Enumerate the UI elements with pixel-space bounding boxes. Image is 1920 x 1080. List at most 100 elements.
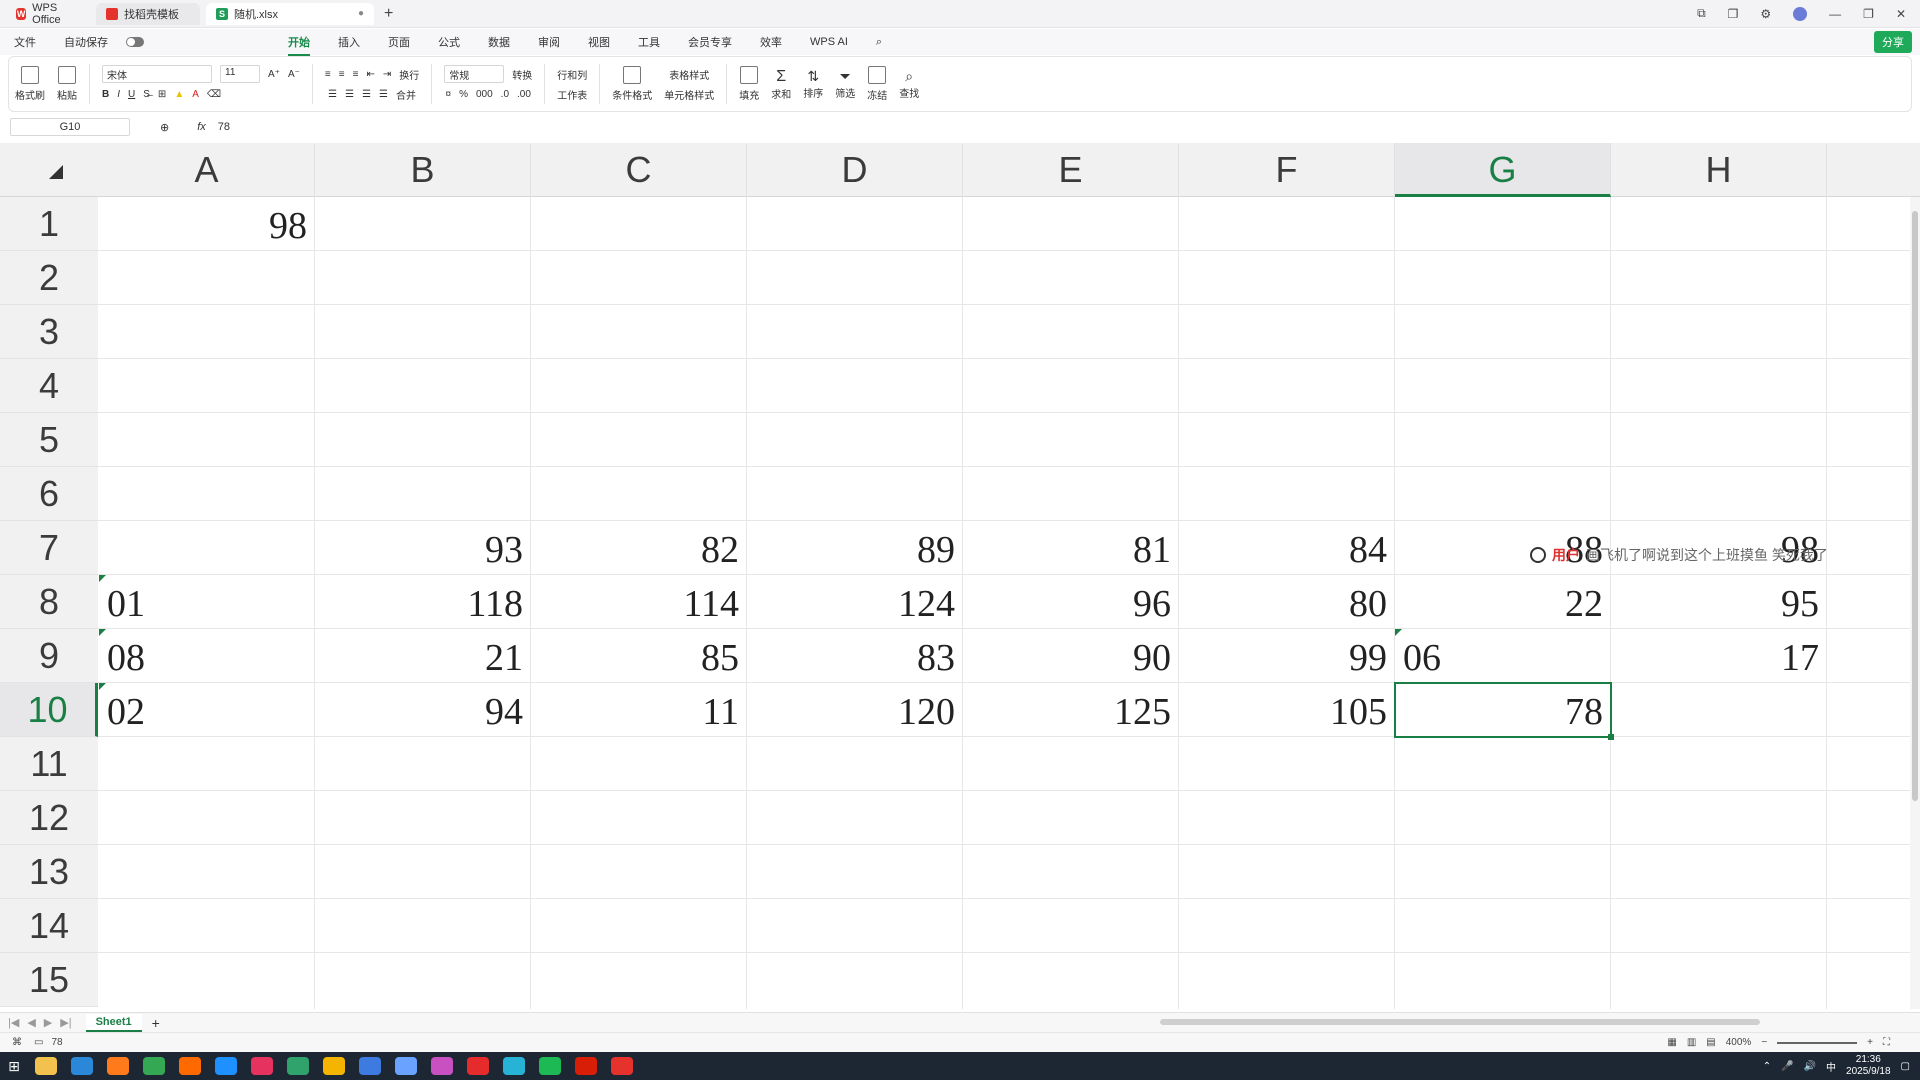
settings-icon[interactable]: ⚙ xyxy=(1760,7,1771,21)
cell-f9[interactable]: 99 xyxy=(1179,629,1395,683)
align-left-icon[interactable]: ☰ xyxy=(328,89,337,100)
row-header-4[interactable]: 4 xyxy=(0,359,98,413)
cell-e9[interactable]: 90 xyxy=(963,629,1179,683)
align-top-icon[interactable]: ≡ xyxy=(325,69,331,80)
cell-c10[interactable]: 11 xyxy=(531,683,747,737)
mic-icon[interactable]: 🎤 xyxy=(1781,1061,1793,1072)
menu-view[interactable]: 视图 xyxy=(588,34,610,50)
menu-member[interactable]: 会员专享 xyxy=(688,34,732,50)
menu-review[interactable]: 审阅 xyxy=(538,34,560,50)
zoom-slider[interactable] xyxy=(1777,1041,1858,1044)
first-sheet-icon[interactable]: |◀ xyxy=(8,1016,19,1029)
row-header-10[interactable]: 10 xyxy=(0,683,98,737)
app-icon-blue[interactable] xyxy=(215,1057,237,1075)
font-shrink-icon[interactable]: A⁻ xyxy=(288,69,300,80)
cell-c8[interactable]: 114 xyxy=(531,575,747,629)
cell-d10[interactable]: 120 xyxy=(747,683,963,737)
increase-decimal-icon[interactable]: .0 xyxy=(501,89,509,100)
column-header-e[interactable]: E xyxy=(963,143,1179,197)
share-button[interactable]: 分享 xyxy=(1874,31,1912,53)
fullscreen-icon[interactable]: ⛶ xyxy=(1883,1037,1890,1048)
avatar[interactable] xyxy=(1793,6,1808,21)
sheet-tab-sheet1[interactable]: Sheet1 xyxy=(85,1013,142,1032)
menu-formula[interactable]: 公式 xyxy=(438,34,460,50)
edge-icon[interactable] xyxy=(71,1057,93,1075)
cond-format-button[interactable]: 条件格式 xyxy=(606,60,658,108)
cell-h9[interactable]: 17 xyxy=(1611,629,1827,683)
convert-button[interactable]: 转换 xyxy=(512,67,532,82)
menu-data[interactable]: 数据 xyxy=(488,34,510,50)
screenshot-icon[interactable]: ⧉ xyxy=(1697,6,1706,21)
clear-icon[interactable]: ⌫ xyxy=(207,89,221,100)
close-tab-icon[interactable]: ● xyxy=(358,8,364,19)
cell-a10[interactable]: 02 xyxy=(99,683,315,737)
rows-cols-button[interactable]: 行和列 xyxy=(557,67,587,82)
app-icon-green[interactable] xyxy=(287,1057,309,1075)
cell-e8[interactable]: 96 xyxy=(963,575,1179,629)
app-icon-yellow[interactable] xyxy=(323,1057,345,1075)
zoom-in-icon[interactable]: + xyxy=(1867,1037,1873,1048)
cell-d9[interactable]: 83 xyxy=(747,629,963,683)
normal-view-icon[interactable]: ▦ xyxy=(1667,1037,1676,1048)
cell-g9[interactable]: 06 xyxy=(1395,629,1611,683)
app-icon-purple[interactable] xyxy=(431,1057,453,1075)
zoom-out-icon[interactable]: − xyxy=(1761,1037,1767,1048)
column-header-a[interactable]: A xyxy=(99,143,315,197)
tab-spreadsheet[interactable]: S 随机.xlsx ● xyxy=(206,2,374,25)
app-icon-mint[interactable] xyxy=(539,1057,561,1075)
close-icon[interactable]: ✕ xyxy=(1896,7,1906,21)
window-icon[interactable]: ❐ xyxy=(1728,7,1739,21)
autosave-toggle[interactable] xyxy=(126,37,144,47)
select-all-corner[interactable] xyxy=(0,143,99,197)
align-bottom-icon[interactable]: ≡ xyxy=(353,69,359,80)
menu-tools[interactable]: 工具 xyxy=(638,34,660,50)
cell-a9[interactable]: 08 xyxy=(99,629,315,683)
cell-f8[interactable]: 80 xyxy=(1179,575,1395,629)
cell-f10[interactable]: 105 xyxy=(1179,683,1395,737)
tray-up-icon[interactable]: ⌃ xyxy=(1763,1061,1771,1072)
row-header-2[interactable]: 2 xyxy=(0,251,98,305)
name-box[interactable]: G10 xyxy=(10,118,130,136)
app-icon-azure[interactable] xyxy=(359,1057,381,1075)
cell-g8[interactable]: 22 xyxy=(1395,575,1611,629)
font-name-select[interactable]: 宋体 xyxy=(102,65,212,83)
row-header-11[interactable]: 11 xyxy=(0,737,98,791)
row-header-5[interactable]: 5 xyxy=(0,413,98,467)
percent-icon[interactable]: % xyxy=(459,89,468,100)
column-header-d[interactable]: D xyxy=(747,143,963,197)
firefox-icon[interactable] xyxy=(107,1057,129,1075)
row-header-3[interactable]: 3 xyxy=(0,305,98,359)
justify-icon[interactable]: ☰ xyxy=(379,89,388,100)
notification-icon[interactable]: ▢ xyxy=(1901,1061,1910,1072)
menu-file[interactable]: 文件 xyxy=(14,34,36,50)
fx-icon[interactable]: fx xyxy=(197,121,206,133)
font-size-select[interactable]: 11 xyxy=(220,65,260,83)
windows-start-icon[interactable]: ⊞ xyxy=(0,1052,28,1080)
row-header-1[interactable]: 1 xyxy=(0,197,98,251)
ime-indicator[interactable]: 中 xyxy=(1826,1059,1836,1074)
table-style-button[interactable]: 表格样式 xyxy=(669,67,709,82)
italic-icon[interactable]: I xyxy=(117,89,120,100)
app-icon-teal[interactable] xyxy=(503,1057,525,1075)
indent-icon[interactable]: ⇤ xyxy=(366,69,374,80)
menu-page[interactable]: 页面 xyxy=(388,34,410,50)
border-icon[interactable]: ⊞ xyxy=(158,89,166,100)
app-icon-cyan[interactable] xyxy=(395,1057,417,1075)
font-grow-icon[interactable]: A⁺ xyxy=(268,69,280,80)
column-header-g[interactable]: G xyxy=(1395,143,1611,197)
page-layout-icon[interactable]: ▥ xyxy=(1687,1037,1696,1048)
next-sheet-icon[interactable]: ▶ xyxy=(44,1016,52,1029)
cell-c9[interactable]: 85 xyxy=(531,629,747,683)
font-color-icon[interactable]: A xyxy=(192,89,199,100)
zoom-formula-icon[interactable]: ⊕ xyxy=(160,121,169,134)
row-header-14[interactable]: 14 xyxy=(0,899,98,953)
menu-wps-ai[interactable]: WPS AI xyxy=(810,36,848,48)
fill-button[interactable]: 填充 xyxy=(733,60,765,108)
row-header-7[interactable]: 7 xyxy=(0,521,98,575)
tab-template[interactable]: 找稻壳模板 xyxy=(96,2,200,25)
row-header-9[interactable]: 9 xyxy=(0,629,98,683)
prev-sheet-icon[interactable]: ◀ xyxy=(27,1016,35,1029)
wps-taskbar-icon[interactable] xyxy=(611,1057,633,1075)
chrome-icon[interactable] xyxy=(143,1057,165,1075)
strikethrough-icon[interactable]: S̶ xyxy=(143,89,150,100)
